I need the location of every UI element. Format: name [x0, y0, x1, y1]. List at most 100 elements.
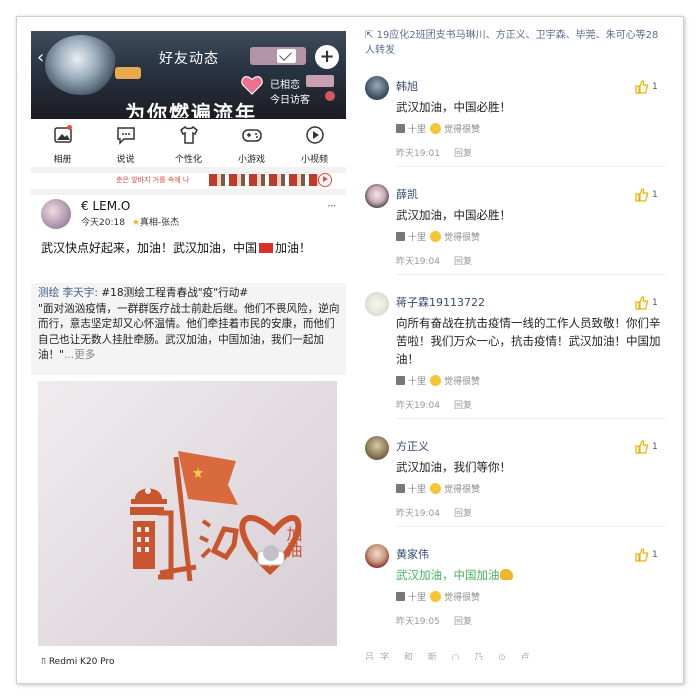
visitors-label[interactable]: 今日访客: [270, 91, 310, 106]
wuhan-jiayou-artwork: 加油: [130, 451, 303, 582]
comment-author[interactable]: 韩旭: [396, 78, 418, 94]
thumbs-up-icon: [635, 440, 649, 454]
comment-time: 昨天19:04: [396, 509, 440, 519]
post-meta: 今天20:18 ★真相-张杰: [81, 215, 179, 228]
thumbs-up-icon: [396, 592, 405, 601]
avatar[interactable]: [365, 436, 389, 460]
avatar[interactable]: [365, 292, 389, 316]
nav-label: 说说: [116, 155, 135, 165]
comment-meta: 昨天19:04 回复: [396, 398, 472, 411]
avatar-mini: [430, 231, 442, 242]
notification-dot: [325, 91, 335, 101]
like-count: 1: [652, 442, 658, 452]
reply-button[interactable]: 回复: [454, 149, 472, 159]
gamepad-icon: [241, 129, 262, 142]
play-circle-icon[interactable]: [318, 173, 332, 187]
heart-icon: [241, 76, 263, 95]
divider: [396, 166, 666, 167]
like-button[interactable]: 1: [635, 188, 665, 204]
plus-icon[interactable]: +: [315, 45, 339, 69]
share-more-link[interactable]: ...更多: [64, 349, 95, 361]
share-author[interactable]: 测绘 李天宇:: [38, 287, 98, 299]
divider: [396, 526, 666, 527]
reply-button[interactable]: 回复: [454, 257, 472, 267]
comment-text: 武汉加油，中国必胜！: [396, 100, 511, 114]
comment-text: 武汉加油，中国加油: [396, 566, 666, 584]
new-dot: [67, 125, 72, 130]
nav-item-shuoshuo[interactable]: 说说: [94, 119, 157, 167]
post-tag[interactable]: 真相-张杰: [140, 218, 179, 228]
comment-meta: 昨天19:01 回复: [396, 146, 472, 159]
cut-off-text: 吕字 和 新 ○ 乃 ⊙ 卢: [365, 653, 536, 663]
liked-user[interactable]: 十里: [408, 485, 426, 495]
avatar-mini: [430, 591, 442, 602]
nav-item-personalize[interactable]: 个性化: [157, 119, 220, 167]
page-title: 好友动态: [159, 51, 219, 67]
avatar[interactable]: [41, 199, 71, 229]
thumbs-up-icon: [635, 80, 649, 94]
china-flag-icon: [259, 243, 274, 253]
forward-icon: ⇱: [365, 30, 374, 41]
thumbs-up-icon: [635, 548, 649, 562]
promo-figures: [209, 174, 319, 186]
liked-by-row: 十里 觉得很赞: [396, 590, 480, 603]
thumbs-up-icon: [396, 376, 405, 385]
post-content: 武汉快点好起来，加油！武汉加油，中国 加油！: [41, 239, 341, 257]
comment-author[interactable]: 薛凯: [396, 186, 418, 202]
avatar[interactable]: [365, 76, 389, 100]
like-button[interactable]: 1: [635, 440, 665, 456]
comment-author[interactable]: 方正义: [396, 438, 429, 454]
liked-phrase: 觉得很赞: [444, 233, 481, 243]
feature-nav: 相册 说说 个性化 小游戏 小视频: [31, 119, 346, 167]
liked-user[interactable]: 十里: [408, 125, 426, 135]
envelope-icon[interactable]: [277, 49, 296, 63]
status-label: 已相恋: [270, 80, 300, 91]
poster-jiayou-text: 加油: [284, 526, 303, 558]
avatar[interactable]: [365, 184, 389, 208]
liked-user[interactable]: 十里: [408, 233, 426, 243]
promo-strip[interactable]: 춘은 앞바지 거를 속에 나: [31, 171, 346, 189]
reply-button[interactable]: 回复: [454, 617, 472, 627]
chevron-left-icon[interactable]: ‹: [37, 47, 44, 68]
comment-author[interactable]: 蒋子霖19113722: [396, 294, 485, 310]
phone-icon: ▯: [41, 657, 46, 667]
post-text-1: 武汉快点好起来，加油！武汉加油，中国: [41, 241, 258, 255]
poster-image[interactable]: 加油: [38, 381, 337, 646]
comment-meta: 昨天19:05 回复: [396, 614, 472, 627]
liked-user[interactable]: 十里: [408, 593, 426, 603]
like-button[interactable]: 1: [635, 296, 665, 312]
comment-text: 武汉加油，中国必胜！: [396, 208, 511, 222]
forward-summary[interactable]: ⇱ 19应化2班团支书马琳川、方正义、卫宇森、毕莞、朱可心等28人转发: [365, 28, 665, 58]
comment-text: 武汉加油，我们等你！: [396, 460, 511, 474]
nav-item-games[interactable]: 小游戏: [220, 119, 283, 167]
liked-user[interactable]: 十里: [408, 377, 426, 387]
comment-meta: 昨天19:04 回复: [396, 506, 472, 519]
reply-button[interactable]: 回复: [454, 401, 472, 411]
liked-phrase: 觉得很赞: [444, 125, 481, 135]
thumbs-up-icon: [635, 296, 649, 310]
post-username[interactable]: € LEM.O: [81, 199, 130, 213]
like-button[interactable]: 1: [635, 548, 665, 564]
nav-label: 相册: [53, 155, 72, 165]
more-options-icon[interactable]: ···: [327, 199, 337, 213]
liked-by-row: 十里 觉得很赞: [396, 122, 480, 135]
avatar[interactable]: [365, 544, 389, 568]
share-topic[interactable]: #18测绘工程青春战"疫"行动#: [98, 287, 248, 299]
friend-feed-screen: ‹ 好友动态 + 已相恋 今日访客 为你燃遍流年 相册 说说 个性化 小游戏 小…: [31, 31, 346, 671]
liked-phrase: 觉得很赞: [444, 485, 481, 495]
reply-button[interactable]: 回复: [454, 509, 472, 519]
like-button[interactable]: 1: [635, 80, 665, 96]
section-divider: [31, 189, 346, 195]
liked-by-row: 十里 觉得很赞: [396, 482, 480, 495]
shared-post[interactable]: 测绘 李天宇: #18测绘工程青春战"疫"行动# "面对汹汹疫情，一群群医疗战士…: [31, 283, 346, 375]
comment-time: 昨天19:05: [396, 617, 440, 627]
nav-label: 个性化: [174, 155, 202, 165]
muscle-emoji-icon: [499, 569, 513, 580]
device-name: Redmi K20 Pro: [48, 657, 115, 667]
comment-author[interactable]: 黄家伟: [396, 546, 429, 562]
liked-by-row: 十里 觉得很赞: [396, 374, 480, 387]
nav-item-album[interactable]: 相册: [31, 119, 94, 167]
nav-item-videos[interactable]: 小视频: [283, 119, 346, 167]
shared-post-text: 测绘 李天宇: #18测绘工程青春战"疫"行动# "面对汹汹疫情，一群群医疗战士…: [38, 286, 342, 364]
shirt-icon: [179, 125, 198, 144]
